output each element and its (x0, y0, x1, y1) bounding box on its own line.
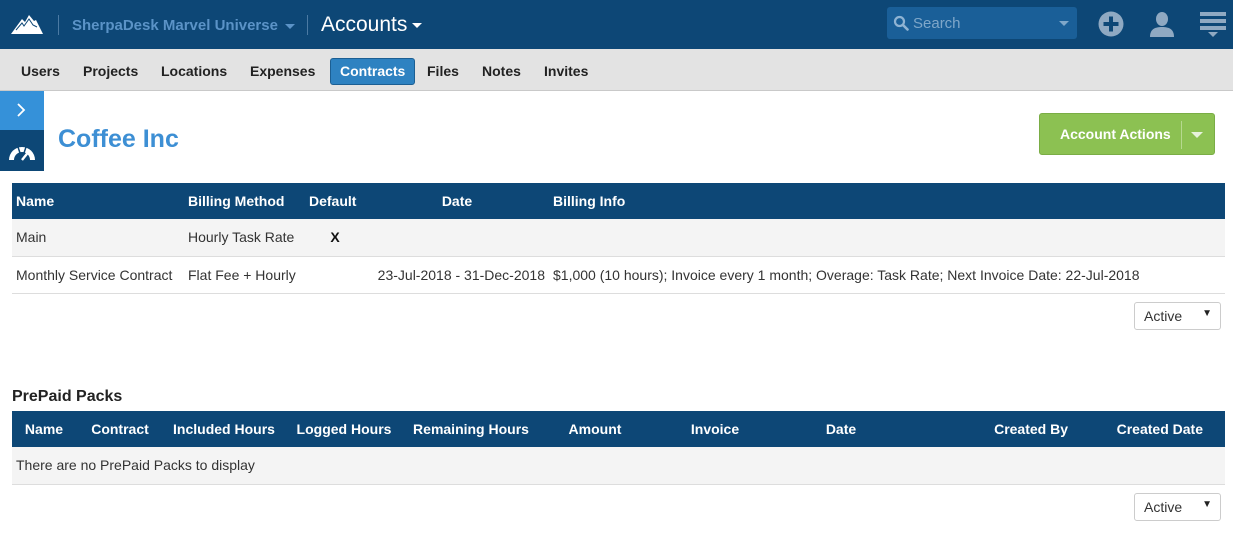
search-dropdown-caret-icon[interactable] (1059, 21, 1069, 26)
chevron-down-icon: ▼ (1202, 499, 1212, 510)
default-marker: X (305, 219, 365, 257)
column-header-name[interactable]: Name (12, 411, 76, 447)
search-input[interactable] (913, 12, 1053, 34)
plus-circle-icon[interactable] (1097, 10, 1125, 38)
column-header-default[interactable]: Default (305, 183, 365, 219)
contract-name[interactable]: Main (12, 219, 184, 257)
account-actions-button[interactable]: Account Actions (1039, 113, 1215, 155)
column-header-logged-hours[interactable]: Logged Hours (284, 411, 404, 447)
billing-method: Hourly Task Rate (184, 219, 305, 257)
column-header-date[interactable]: Date (365, 183, 549, 219)
user-icon[interactable] (1148, 10, 1176, 38)
chevron-right-icon (17, 103, 26, 117)
prepaid-packs-title: PrePaid Packs (12, 388, 123, 405)
contracts-status-select[interactable]: Active ▼ (1134, 302, 1221, 330)
tab-locations[interactable]: Locations (152, 58, 236, 85)
column-header-invoice[interactable]: Invoice (652, 411, 778, 447)
organization-name: SherpaDesk Marvel Universe (72, 17, 278, 34)
column-header-amount[interactable]: Amount (538, 411, 652, 447)
organization-switcher[interactable]: SherpaDesk Marvel Universe (72, 17, 295, 34)
sidebar-expand-button[interactable] (0, 91, 44, 130)
section-switcher[interactable]: Accounts (321, 13, 423, 37)
divider (1181, 121, 1182, 149)
prepaid-status-select[interactable]: Active ▼ (1134, 493, 1221, 521)
prepaid-packs-table: Name Contract Included Hours Logged Hour… (12, 411, 1225, 485)
account-tabs: Users Projects Locations Expenses Contra… (0, 49, 1233, 91)
divider (307, 15, 308, 35)
page-title: Coffee Inc (58, 125, 179, 153)
column-header-billing-method[interactable]: Billing Method (184, 183, 305, 219)
mountain-logo-icon[interactable] (10, 13, 44, 35)
column-header-included-hours[interactable]: Included Hours (164, 411, 284, 447)
column-header-remaining-hours[interactable]: Remaining Hours (404, 411, 538, 447)
status-select-value: Active (1144, 308, 1183, 324)
table-header-row: Name Billing Method Default Date Billing… (12, 183, 1225, 219)
billing-info: $1,000 (10 hours); Invoice every 1 month… (549, 256, 1225, 294)
column-header-name[interactable]: Name (12, 183, 184, 219)
default-marker (305, 256, 365, 294)
menu-icon[interactable] (1199, 10, 1227, 38)
table-row[interactable]: Monthly Service Contract Flat Fee + Hour… (12, 256, 1225, 294)
dashboard-button[interactable] (0, 130, 44, 171)
divider (58, 15, 59, 35)
tab-expenses[interactable]: Expenses (241, 58, 324, 85)
column-header-created-by[interactable]: Created By (904, 411, 1072, 447)
column-header-created-date[interactable]: Created Date (1072, 411, 1225, 447)
top-navbar: SherpaDesk Marvel Universe Accounts (0, 0, 1233, 49)
speedometer-icon (9, 146, 35, 161)
chevron-down-icon[interactable] (1191, 132, 1203, 138)
tab-notes[interactable]: Notes (473, 58, 530, 85)
empty-row: There are no PrePaid Packs to display (12, 447, 1225, 485)
column-header-date[interactable]: Date (778, 411, 904, 447)
billing-method: Flat Fee + Hourly (184, 256, 305, 294)
chevron-down-icon: ▼ (1202, 308, 1212, 319)
contracts-table: Name Billing Method Default Date Billing… (12, 183, 1225, 294)
tab-files[interactable]: Files (418, 58, 468, 85)
search-icon (893, 15, 909, 31)
column-header-contract[interactable]: Contract (76, 411, 164, 447)
contract-date (365, 219, 549, 257)
chevron-down-icon (412, 22, 423, 28)
tab-projects[interactable]: Projects (74, 58, 147, 85)
status-select-value: Active (1144, 499, 1183, 515)
search-box[interactable] (887, 7, 1077, 39)
contract-name[interactable]: Monthly Service Contract (12, 256, 184, 294)
billing-info (549, 219, 1225, 257)
table-row[interactable]: Main Hourly Task Rate X (12, 219, 1225, 257)
contract-date: 23-Jul-2018 - 31-Dec-2018 (365, 256, 549, 294)
account-actions-label: Account Actions (1060, 126, 1171, 142)
table-header-row: Name Contract Included Hours Logged Hour… (12, 411, 1225, 447)
empty-message: There are no PrePaid Packs to display (12, 447, 1225, 485)
tab-contracts[interactable]: Contracts (330, 58, 416, 85)
column-header-billing-info[interactable]: Billing Info (549, 183, 1225, 219)
section-name: Accounts (321, 13, 408, 36)
tab-invites[interactable]: Invites (535, 58, 597, 85)
chevron-down-icon (284, 23, 295, 29)
tab-users[interactable]: Users (12, 58, 69, 85)
